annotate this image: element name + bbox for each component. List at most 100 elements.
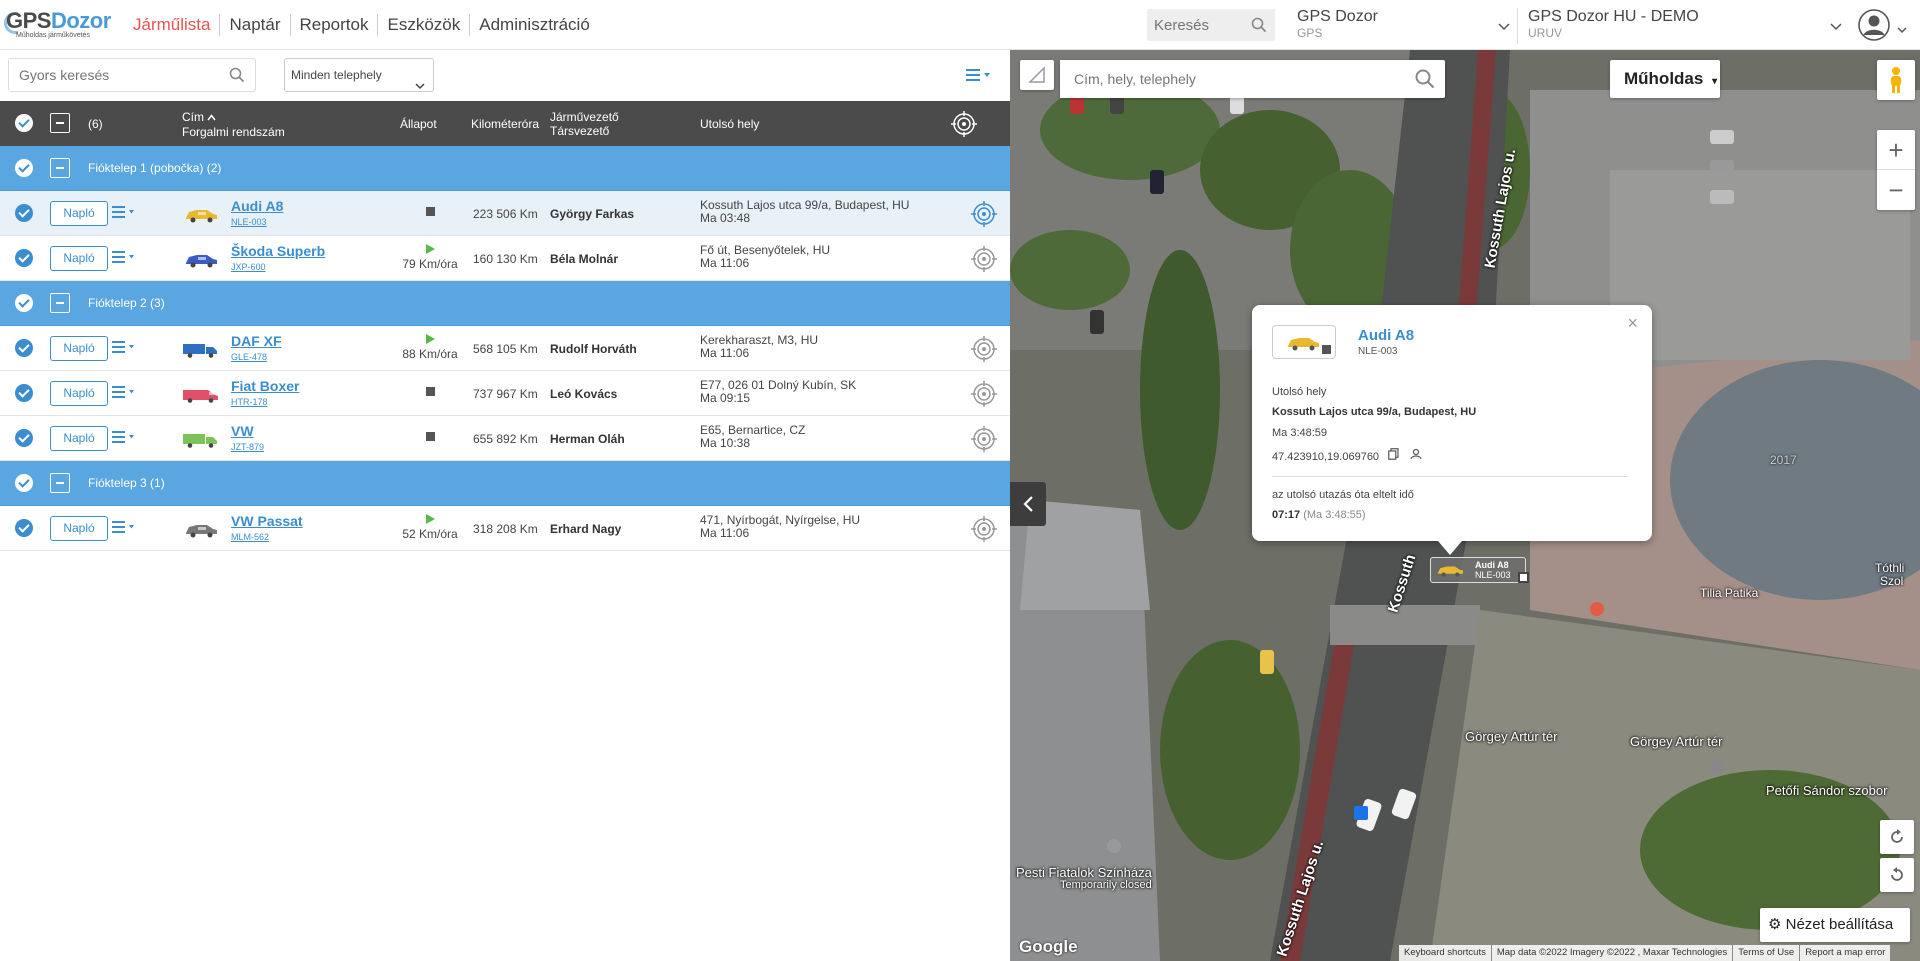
row-menu-icon[interactable]	[112, 521, 138, 536]
vehicle-select-checkbox[interactable]	[15, 339, 33, 357]
locate-on-map-icon[interactable]	[970, 335, 998, 366]
vehicle-name-link[interactable]: Škoda Superb	[231, 243, 325, 259]
vehicle-row[interactable]: Napló Audi A8 NLE-003 223 506 Km György Fark…	[0, 191, 1010, 236]
collapse-list-button[interactable]	[1010, 482, 1046, 526]
map-label-theatre[interactable]: Pesti Fiatalok Színháza	[1016, 865, 1152, 880]
select-all-checkbox[interactable]	[15, 114, 33, 132]
locate-on-map-icon[interactable]	[970, 515, 998, 546]
column-header-odometer[interactable]: Kilométeróra	[471, 117, 539, 131]
group-collapse-button[interactable]	[50, 473, 70, 493]
account-select[interactable]: GPS Dozor GPS	[1287, 8, 1510, 44]
row-menu-icon[interactable]	[112, 341, 138, 356]
group-row[interactable]: Fióktelep 2 (3)	[0, 281, 1010, 326]
nav-reports[interactable]: Reportok	[289, 14, 378, 36]
column-header-title[interactable]: Cím	[182, 110, 216, 124]
street-view-person-icon[interactable]	[1410, 448, 1422, 463]
global-search-input[interactable]	[1147, 9, 1247, 41]
vehicle-plate-link[interactable]: HTR-178	[231, 397, 268, 407]
map-label-pharmacy[interactable]: Tilia Patika	[1700, 586, 1758, 600]
logbook-button[interactable]: Napló	[50, 336, 108, 361]
row-menu-icon[interactable]	[112, 251, 138, 266]
vehicle-name-link[interactable]: DAF XF	[231, 333, 282, 349]
group-collapse-button[interactable]	[50, 158, 70, 178]
vehicle-plate-link[interactable]: JXP-600	[231, 262, 266, 272]
group-row[interactable]: Fióktelep 1 (pobočka) (2)	[0, 146, 1010, 191]
gps-dozor-logo[interactable]: GPSDozor Műholdas járműkövetés	[4, 6, 122, 44]
google-logo[interactable]: Google	[1019, 937, 1078, 957]
vehicle-select-checkbox[interactable]	[15, 384, 33, 402]
group-row[interactable]: Fióktelep 3 (1)	[0, 461, 1010, 506]
group-select-checkbox[interactable]	[15, 294, 33, 312]
locate-on-map-icon[interactable]	[970, 380, 998, 411]
vehicle-plate-link[interactable]: JZT-879	[231, 442, 264, 452]
nav-calendar[interactable]: Naptár	[219, 14, 289, 36]
vehicle-select-checkbox[interactable]	[15, 519, 33, 537]
vehicle-select-checkbox[interactable]	[15, 204, 33, 222]
report-map-error-link[interactable]: Report a map error	[1800, 945, 1891, 961]
search-icon[interactable]	[1415, 69, 1435, 94]
keyboard-shortcuts-link[interactable]: Keyboard shortcuts	[1399, 945, 1491, 961]
drawing-tool-button[interactable]	[1020, 60, 1054, 90]
vehicle-row[interactable]: Napló Fiat Boxer HTR-178 737 967 Km Leó Ková…	[0, 371, 1010, 416]
group-select-checkbox[interactable]	[15, 159, 33, 177]
vehicle-select-checkbox[interactable]	[15, 429, 33, 447]
search-icon[interactable]	[1251, 17, 1267, 38]
list-options-menu[interactable]	[966, 68, 994, 86]
row-menu-icon[interactable]	[112, 386, 138, 401]
logbook-button[interactable]: Napló	[50, 201, 108, 226]
logbook-button[interactable]: Napló	[50, 381, 108, 406]
group-select-checkbox[interactable]	[15, 474, 33, 492]
search-icon[interactable]	[229, 67, 245, 88]
logbook-button[interactable]: Napló	[50, 516, 108, 541]
column-header-last-location[interactable]: Utolsó hely	[700, 117, 759, 131]
vehicle-row[interactable]: Napló DAF XF GLE-478 88 Km/óra 568 105 Km Rud…	[0, 326, 1010, 371]
vehicle-name-link[interactable]: Fiat Boxer	[231, 378, 299, 394]
site-select[interactable]: Minden telephely	[284, 58, 434, 92]
vehicle-plate-link[interactable]: GLE-478	[231, 352, 267, 362]
nav-tools[interactable]: Eszközök	[377, 14, 469, 36]
vehicle-plate-link[interactable]: MLM-562	[231, 532, 269, 542]
vehicle-row[interactable]: Napló VW Passat MLM-562 52 Km/óra 318 208 Km…	[0, 506, 1010, 551]
map-label-statue[interactable]: Petőfi Sándor szobor	[1766, 783, 1887, 798]
row-menu-icon[interactable]	[112, 431, 138, 446]
map-view[interactable]: Kossuth Lajos u. Kossuth Lajos u. Kossut…	[1010, 50, 1920, 961]
row-menu-icon[interactable]	[112, 206, 138, 221]
locate-on-map-icon[interactable]	[970, 425, 998, 456]
street-view-pegman[interactable]	[1877, 60, 1915, 100]
rotate-counterclockwise-button[interactable]	[1880, 858, 1914, 892]
vehicle-row[interactable]: Napló VW JZT-879 655 892 Km Herman Oláh E65, …	[0, 416, 1010, 461]
locate-all-icon[interactable]	[950, 110, 978, 141]
vehicle-name-link[interactable]: VW Passat	[231, 513, 303, 529]
vehicle-select-checkbox[interactable]	[15, 249, 33, 267]
logbook-button[interactable]: Napló	[50, 426, 108, 451]
vehicle-name-link[interactable]: VW	[231, 423, 254, 439]
locate-on-map-icon[interactable]	[970, 245, 998, 276]
map-search-input[interactable]	[1060, 60, 1390, 98]
nav-administration[interactable]: Adminisztráció	[469, 14, 599, 36]
copy-icon[interactable]	[1388, 448, 1399, 463]
vehicle-name-link[interactable]: Audi A8	[231, 198, 283, 214]
map-type-button[interactable]: Műholdas ▾	[1610, 60, 1720, 98]
column-header-driver[interactable]: Járművezető	[550, 110, 619, 124]
user-menu[interactable]	[1857, 8, 1909, 42]
view-settings-button[interactable]: ⚙ Nézet beállítása	[1760, 908, 1910, 942]
column-header-status[interactable]: Állapot	[400, 117, 437, 131]
terms-of-use-link[interactable]: Terms of Use	[1733, 945, 1800, 961]
column-header-codriver[interactable]: Társvezető	[550, 124, 609, 138]
company-select[interactable]: GPS Dozor HU - DEMO URUV	[1517, 8, 1842, 44]
locate-on-map-icon[interactable]	[970, 200, 998, 231]
nav-vehicle-list[interactable]: Járműlista	[124, 14, 219, 36]
column-header-plate[interactable]: Forgalmi rendszám	[182, 125, 285, 139]
vehicle-plate-link[interactable]: NLE-003	[231, 217, 267, 227]
vehicle-row[interactable]: Napló Škoda Superb JXP-600 79 Km/óra 160 130…	[0, 236, 1010, 281]
popup-vehicle-name[interactable]: Audi A8	[1358, 327, 1414, 344]
zoom-in-button[interactable]: +	[1877, 130, 1915, 170]
quick-search-input[interactable]	[9, 59, 209, 91]
zoom-out-button[interactable]: −	[1877, 170, 1915, 210]
group-collapse-button[interactable]	[50, 293, 70, 313]
vehicle-map-marker[interactable]: Audi A8 NLE-003	[1430, 557, 1529, 583]
logbook-button[interactable]: Napló	[50, 246, 108, 271]
collapse-all-button[interactable]	[50, 113, 70, 133]
close-icon[interactable]: ×	[1627, 313, 1638, 334]
rotate-clockwise-button[interactable]	[1880, 820, 1914, 854]
